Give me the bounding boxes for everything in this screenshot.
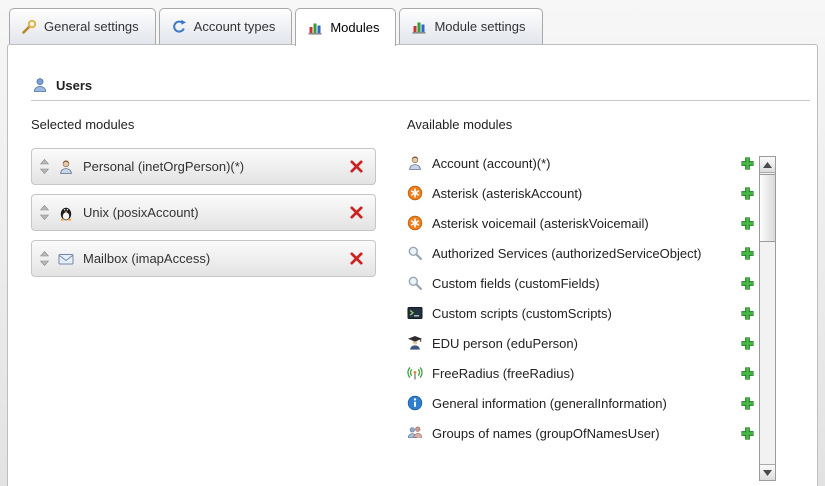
add-module-button[interactable] — [740, 186, 755, 201]
selected-module-row[interactable]: Mailbox (imapAccess) — [31, 240, 376, 277]
remove-module-button[interactable] — [349, 205, 364, 220]
selected-modules-heading: Selected modules — [31, 117, 407, 132]
selected-modules-list: Personal (inetOrgPerson)(*) Unix (posixA… — [31, 148, 407, 277]
modules-chart-icon — [411, 19, 427, 35]
available-module-row: FreeRadius (freeRadius) — [407, 358, 755, 388]
selected-module-row[interactable]: Personal (inetOrgPerson)(*) — [31, 148, 376, 185]
available-module-label: Account (account)(*) — [432, 156, 551, 171]
available-module-label: Custom scripts (customScripts) — [432, 306, 612, 321]
user-icon — [32, 77, 48, 93]
envelope-icon — [58, 251, 74, 267]
magnifier-icon — [407, 275, 423, 291]
available-modules-list: Account (account)(*) Asterisk (asteriskA… — [407, 148, 755, 448]
available-modules-scrollbar[interactable] — [759, 156, 776, 481]
add-module-button[interactable] — [740, 396, 755, 411]
asterisk-icon — [407, 185, 423, 201]
available-module-row: Authorized Services (authorizedServiceOb… — [407, 238, 755, 268]
scrollbar-thumb[interactable] — [760, 174, 775, 242]
remove-module-button[interactable] — [349, 159, 364, 174]
section-header: Users — [8, 45, 817, 93]
group-icon — [407, 425, 423, 441]
selected-module-label: Mailbox (imapAccess) — [83, 251, 210, 266]
modules-chart-icon — [307, 20, 323, 36]
tab[interactable]: General settings — [9, 8, 156, 44]
tab[interactable]: Module settings — [399, 8, 542, 44]
selected-module-label: Unix (posixAccount) — [83, 205, 199, 220]
available-module-row: Account (account)(*) — [407, 148, 755, 178]
available-module-label: FreeRadius (freeRadius) — [432, 366, 574, 381]
info-icon — [407, 395, 423, 411]
tab[interactable]: Modules — [295, 8, 396, 46]
tab-label: Account types — [194, 19, 276, 34]
selected-module-row[interactable]: Unix (posixAccount) — [31, 194, 376, 231]
tab-label: Modules — [330, 20, 379, 35]
selected-module-label: Personal (inetOrgPerson)(*) — [83, 159, 244, 174]
tab[interactable]: Account types — [159, 8, 293, 44]
edu-person-icon — [407, 335, 423, 351]
asterisk-icon — [407, 215, 423, 231]
available-module-row: General information (generalInformation) — [407, 388, 755, 418]
add-module-button[interactable] — [740, 216, 755, 231]
scroll-down-icon[interactable] — [760, 464, 775, 480]
available-module-row: Custom fields (customFields) — [407, 268, 755, 298]
available-module-label: Asterisk voicemail (asteriskVoicemail) — [432, 216, 649, 231]
tab-bar: General settings Account types Modules M… — [9, 8, 543, 46]
person-icon — [407, 155, 423, 171]
add-module-button[interactable] — [740, 156, 755, 171]
available-module-row: Groups of names (groupOfNamesUser) — [407, 418, 755, 448]
available-module-label: Asterisk (asteriskAccount) — [432, 186, 582, 201]
available-module-label: Custom fields (customFields) — [432, 276, 600, 291]
terminal-icon — [407, 305, 423, 321]
available-module-label: General information (generalInformation) — [432, 396, 667, 411]
add-module-button[interactable] — [740, 306, 755, 321]
add-module-button[interactable] — [740, 246, 755, 261]
antenna-icon — [407, 365, 423, 381]
magnifier-icon — [407, 245, 423, 261]
remove-module-button[interactable] — [349, 251, 364, 266]
available-modules-heading: Available modules — [407, 117, 755, 132]
person-icon — [58, 159, 74, 175]
penguin-icon — [58, 205, 74, 221]
available-module-label: EDU person (eduPerson) — [432, 336, 578, 351]
add-module-button[interactable] — [740, 366, 755, 381]
add-module-button[interactable] — [740, 336, 755, 351]
add-module-button[interactable] — [740, 426, 755, 441]
available-module-row: Asterisk (asteriskAccount) — [407, 178, 755, 208]
modules-columns: Selected modules Personal (inetOrgPerson… — [8, 101, 817, 448]
available-module-row: EDU person (eduPerson) — [407, 328, 755, 358]
tab-label: Module settings — [434, 19, 525, 34]
drag-handle-icon[interactable] — [40, 251, 49, 266]
drag-handle-icon[interactable] — [40, 205, 49, 220]
available-module-label: Groups of names (groupOfNamesUser) — [432, 426, 660, 441]
available-module-row: Custom scripts (customScripts) — [407, 298, 755, 328]
sync-icon — [171, 19, 187, 35]
drag-handle-icon[interactable] — [40, 159, 49, 174]
add-module-button[interactable] — [740, 276, 755, 291]
available-module-label: Authorized Services (authorizedServiceOb… — [432, 246, 702, 261]
available-module-row: Asterisk voicemail (asteriskVoicemail) — [407, 208, 755, 238]
scroll-up-icon[interactable] — [760, 157, 775, 173]
modules-panel: Users Selected modules Personal (inetOrg… — [7, 44, 818, 486]
lam-configuration-page: General settings Account types Modules M… — [0, 0, 825, 486]
section-title: Users — [56, 78, 92, 93]
selected-modules-column: Selected modules Personal (inetOrgPerson… — [31, 117, 407, 448]
available-modules-column: Available modules Account (account)(*) A… — [407, 117, 807, 448]
tab-label: General settings — [44, 19, 139, 34]
tools-icon — [21, 19, 37, 35]
